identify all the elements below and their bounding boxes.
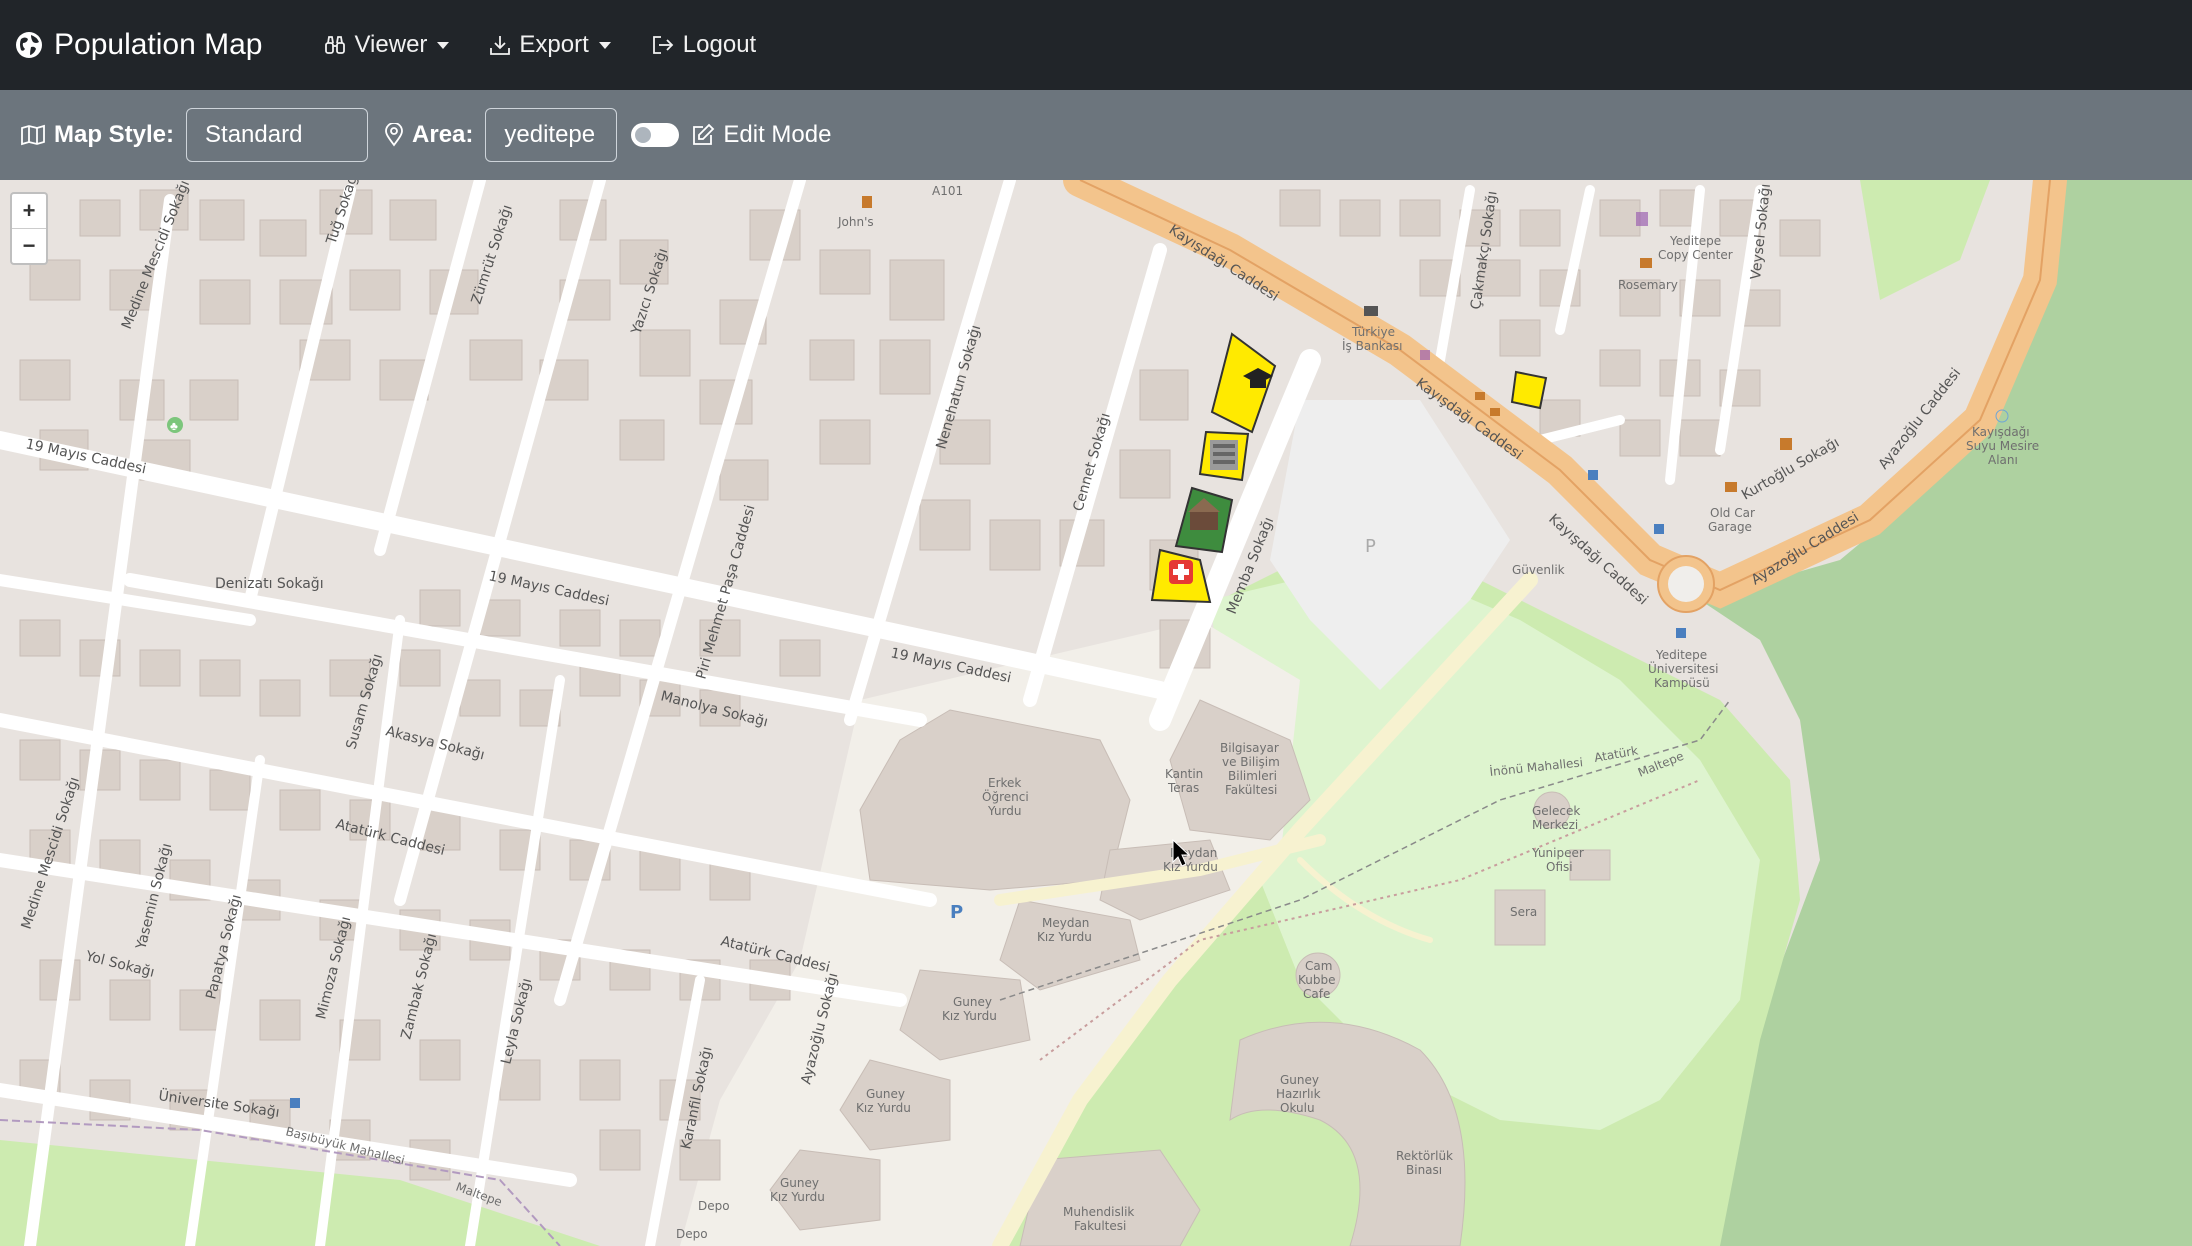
place-label: Gelecek — [1532, 804, 1580, 818]
map-style-label-group: Map Style: — [20, 121, 174, 149]
zoom-control: + − — [10, 192, 48, 265]
viewer-label: Viewer — [354, 31, 428, 58]
place-label: Merkezi — [1532, 818, 1578, 832]
toggle-knob — [635, 127, 652, 143]
place-label: Guney — [866, 1087, 905, 1101]
area-input[interactable]: yeditepe — [485, 108, 618, 162]
export-label: Export — [519, 31, 589, 58]
marker-building-photo[interactable] — [1198, 430, 1250, 482]
caret-down-icon — [598, 41, 611, 49]
street-label: Denizatı Sokağı — [215, 576, 324, 592]
download-icon — [490, 36, 511, 55]
binoculars-icon — [325, 36, 346, 54]
place-label: Binası — [1406, 1163, 1442, 1177]
place-label: Hazırlık — [1276, 1087, 1321, 1101]
place-label: John's — [837, 215, 874, 229]
brand[interactable]: Population Map — [14, 28, 262, 62]
logout-icon — [652, 36, 674, 54]
app-title: Population Map — [54, 28, 263, 61]
place-label: Yeditepe — [1669, 234, 1721, 248]
export-dropdown[interactable]: Export — [489, 31, 611, 59]
place-label: Kız Yurdu — [856, 1101, 911, 1115]
place-label: Türkiye — [1351, 325, 1395, 339]
place-label: Kız Yurdu — [1037, 930, 1092, 944]
place-label: Yeditepe — [1655, 648, 1707, 662]
place-label: Meydan — [1042, 916, 1089, 930]
place-label: Öğrenci — [982, 788, 1029, 804]
place-label: Kantin — [1165, 767, 1203, 781]
place-label: Kubbe — [1298, 973, 1336, 987]
place-label: Kız Yurdu — [770, 1190, 825, 1204]
viewer-dropdown[interactable]: Viewer — [324, 31, 450, 59]
edit-mode-label: Edit Mode — [723, 121, 832, 148]
place-label: Rosemary — [1618, 278, 1678, 292]
marker-area[interactable] — [1510, 370, 1548, 410]
area-label: Area: — [412, 121, 474, 148]
place-label: Rektörlük — [1396, 1149, 1453, 1163]
map-icon — [21, 124, 45, 146]
globe-icon — [16, 32, 42, 58]
place-label: Kız Yurdu — [942, 1009, 997, 1023]
place-label: Erkek — [988, 776, 1021, 790]
place-label: Old Car — [1710, 506, 1755, 520]
place-label: Yurdu — [987, 804, 1022, 818]
place-label: İş Bankası — [1342, 338, 1402, 353]
place-label: Cafe — [1303, 987, 1330, 1001]
map-toolbar: Map Style: Standard Area: yeditepe Edit … — [0, 90, 2192, 180]
caret-down-icon — [437, 41, 450, 49]
place-label: Okulu — [1280, 1101, 1315, 1115]
map-style-label: Map Style: — [54, 121, 175, 148]
place-label: Yunipeer — [1531, 846, 1584, 860]
edit-icon — [693, 123, 715, 145]
place-label: Kampüsü — [1654, 676, 1710, 690]
place-label: Bilgisayar — [1220, 741, 1279, 755]
zoom-out-button[interactable]: − — [12, 229, 46, 263]
logout-button[interactable]: Logout — [651, 31, 756, 59]
place-label: Kız Yurdu — [1163, 860, 1218, 874]
logout-label: Logout — [682, 31, 757, 58]
place-label: Sera — [1510, 905, 1537, 919]
place-label: Muhendislik — [1063, 1205, 1134, 1219]
area-label-group: Area: — [384, 121, 473, 149]
parking-label: P — [1365, 536, 1376, 557]
place-label: Copy Center — [1658, 248, 1733, 262]
place-label: Guney — [953, 995, 992, 1009]
place-label: Guney — [780, 1176, 819, 1190]
edit-mode-toggle[interactable] — [631, 123, 680, 147]
zoom-in-button[interactable]: + — [12, 194, 46, 229]
map-canvas[interactable]: + − Medine Mescidi Sokağı Tuğ Sokağı Züm… — [0, 180, 2192, 1246]
place-label: Güvenlik — [1512, 563, 1565, 577]
place-label: Teras — [1167, 781, 1199, 795]
place-label: Suyu Mesire — [1966, 439, 2039, 453]
edit-mode-label-group[interactable]: Edit Mode — [691, 121, 831, 149]
place-label: Fakültesi — [1225, 783, 1277, 797]
location-pin-icon — [385, 123, 403, 147]
map-style-select[interactable]: Standard — [186, 108, 369, 162]
map-tiles: Medine Mescidi Sokağı Tuğ Sokağı Zümrüt … — [0, 180, 2192, 1246]
place-label: A101 — [932, 184, 963, 198]
place-label: Alanı — [1988, 453, 2018, 467]
place-label: Üniversitesi — [1648, 660, 1718, 676]
place-label: Depo — [698, 1199, 730, 1213]
svg-text:♣: ♣ — [170, 419, 178, 433]
place-label: Cam — [1305, 959, 1332, 973]
place-label: Depo — [676, 1227, 708, 1241]
place-label: Guney — [1280, 1073, 1319, 1087]
place-label: Kayışdağı — [1972, 425, 2030, 439]
parking-label: P — [950, 902, 963, 923]
place-label: Garage — [1708, 520, 1752, 534]
place-label: ve Bilişim — [1222, 755, 1280, 769]
place-label: Ofisi — [1546, 860, 1573, 874]
place-label: Fakultesi — [1074, 1219, 1126, 1233]
place-label: Bilimleri — [1228, 769, 1277, 783]
navbar: Population Map Viewer Export Logout — [0, 0, 2192, 90]
